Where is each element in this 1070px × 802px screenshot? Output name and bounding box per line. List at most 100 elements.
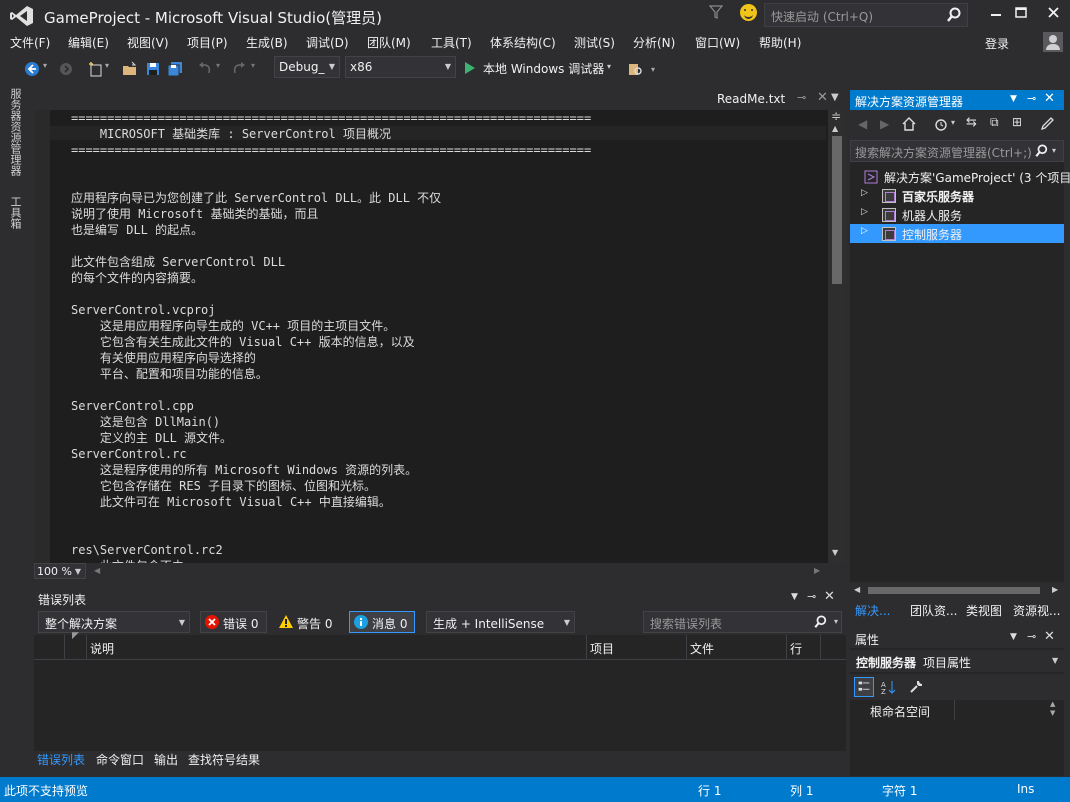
menu-help[interactable]: 帮助(H) — [759, 34, 801, 51]
notification-filter-icon[interactable] — [708, 5, 724, 19]
collapse-all-icon[interactable]: ⧉ — [990, 115, 999, 130]
search-options-icon[interactable]: ▾ — [1052, 146, 1056, 155]
quick-launch-input[interactable]: 快速启动 (Ctrl+Q) — [764, 3, 968, 27]
scroll-thumb[interactable] — [832, 136, 842, 284]
property-row[interactable]: 根命名空间 ▲ ▼ — [850, 700, 1064, 720]
menu-window[interactable]: 窗口(W) — [695, 34, 740, 51]
auto-hide-pin-icon[interactable]: ⊸ — [807, 590, 816, 603]
redo-icon[interactable] — [231, 61, 247, 77]
menu-edit[interactable]: 编辑(E) — [68, 34, 109, 51]
zoom-select[interactable]: 100 % ▼ — [34, 563, 86, 579]
close-panel-icon[interactable]: ✕ — [824, 589, 835, 604]
split-editor-icon[interactable]: ≑ — [831, 110, 841, 123]
find-in-files-icon[interactable] — [627, 61, 643, 77]
errors-filter-button[interactable]: 错误 0 — [200, 611, 267, 633]
undo-dropdown-icon[interactable]: ▾ — [216, 61, 220, 70]
toolbar-options-icon[interactable]: ▾ — [651, 65, 655, 74]
menu-view[interactable]: 视图(V) — [127, 34, 169, 51]
column-line[interactable]: 行 — [790, 640, 802, 657]
pin-icon[interactable]: ⊸ — [797, 91, 806, 104]
column-project[interactable]: 项目 — [590, 640, 614, 657]
scroll-left-icon[interactable]: ◀ — [854, 585, 860, 594]
error-search-input[interactable]: 搜索错误列表 ▾ — [643, 611, 842, 633]
source-filter-select[interactable]: 生成 + IntelliSense ▼ — [426, 611, 575, 633]
search-icon[interactable] — [947, 7, 961, 23]
menu-analyze[interactable]: 分析(N) — [633, 34, 675, 51]
property-pages-wrench-icon[interactable] — [908, 679, 924, 695]
solution-explorer-search-input[interactable]: 搜索解决方案资源管理器(Ctrl+;) ▾ — [850, 140, 1064, 162]
messages-filter-button[interactable]: 消息 0 — [349, 611, 415, 633]
home-icon[interactable] — [902, 117, 916, 131]
save-icon[interactable] — [145, 61, 161, 77]
scope-select[interactable]: 整个解决方案 ▼ — [38, 611, 190, 633]
text-editor[interactable]: ========================================… — [34, 110, 846, 563]
properties-icon[interactable] — [1040, 117, 1054, 131]
tab-team-explorer[interactable]: 团队资... — [910, 602, 957, 619]
auto-hide-pin-icon[interactable]: ⊸ — [1027, 630, 1036, 643]
solution-configuration-select[interactable]: Debug_ ▼ — [274, 56, 340, 78]
tab-output[interactable]: 输出 — [154, 751, 178, 768]
expand-arrow-icon[interactable]: ▷ — [861, 188, 868, 198]
server-explorer-tab[interactable]: 服务器资源管理器 — [7, 88, 23, 176]
search-icon[interactable] — [814, 615, 827, 629]
new-dropdown-icon[interactable]: ▾ — [105, 61, 109, 70]
expand-arrow-icon[interactable]: ▷ — [861, 226, 868, 236]
close-panel-icon[interactable]: ✕ — [1044, 629, 1055, 644]
categorized-icon[interactable] — [854, 677, 874, 697]
navigate-back-icon[interactable] — [24, 61, 40, 77]
sort-icon[interactable]: ◤ — [72, 631, 79, 641]
panel-menu-icon[interactable]: ▼ — [1010, 632, 1017, 642]
navigate-forward-icon[interactable] — [58, 61, 74, 77]
tree-project-2[interactable]: ▷ 控制服务器 — [850, 224, 1064, 243]
new-project-icon[interactable] — [88, 61, 104, 77]
menu-project[interactable]: 项目(P) — [187, 34, 228, 51]
open-file-icon[interactable] — [122, 61, 138, 77]
run-dropdown-icon[interactable]: ▾ — [607, 62, 611, 71]
show-all-files-icon[interactable]: ⊞ — [1012, 115, 1022, 129]
tree-solution-node[interactable]: 解决方案'GameProject' (3 个项目 — [850, 167, 1070, 186]
solution-platform-select[interactable]: x86 ▼ — [345, 56, 456, 78]
redo-dropdown-icon[interactable]: ▾ — [251, 61, 255, 70]
tree-project-0[interactable]: ▷ 百家乐服务器 — [850, 186, 1064, 205]
tab-solution-explorer[interactable]: 解决... — [855, 602, 890, 619]
sync-icon[interactable]: ⇆ — [966, 115, 977, 130]
pending-changes-icon[interactable] — [934, 117, 948, 131]
account-avatar-icon[interactable] — [1043, 32, 1063, 52]
menu-tools[interactable]: 工具(T) — [431, 34, 472, 51]
menu-team[interactable]: 团队(M) — [367, 34, 411, 51]
tab-command-window[interactable]: 命令窗口 — [96, 751, 144, 768]
menu-architecture[interactable]: 体系结构(C) — [490, 34, 556, 51]
toolbox-tab[interactable]: 工具箱 — [7, 196, 23, 229]
close-window-button[interactable] — [1036, 0, 1070, 26]
column-description[interactable]: 说明 — [90, 640, 114, 657]
editor-vertical-scrollbar[interactable]: ≑ ▲ ▼ — [828, 110, 846, 563]
column-file[interactable]: 文件 — [690, 640, 714, 657]
scroll-right-icon[interactable]: ▶ — [1052, 585, 1058, 594]
maximize-button[interactable] — [1004, 0, 1038, 26]
close-panel-icon[interactable]: ✕ — [1044, 91, 1055, 106]
alphabetical-icon[interactable]: AZ — [878, 677, 898, 697]
forward-icon[interactable]: ▶ — [880, 117, 889, 131]
tab-class-view[interactable]: 类视图 — [966, 602, 1002, 619]
tab-readme[interactable]: ReadMe.txt ⊸ ✕ — [712, 88, 846, 110]
tree-project-1[interactable]: ▷ 机器人服务 — [850, 205, 1064, 224]
tab-resource-view[interactable]: 资源视... — [1013, 602, 1060, 619]
scroll-right-icon[interactable]: ▶ — [814, 566, 820, 575]
scroll-up-icon[interactable]: ▲ — [832, 124, 838, 133]
menu-build[interactable]: 生成(B) — [246, 34, 288, 51]
auto-hide-pin-icon[interactable]: ⊸ — [1027, 92, 1036, 105]
expand-arrow-icon[interactable]: ▷ — [861, 207, 868, 217]
menu-debug[interactable]: 调试(D) — [306, 34, 349, 51]
scroll-down-icon[interactable]: ▼ — [832, 548, 838, 557]
tab-find-symbol-results[interactable]: 查找符号结果 — [188, 751, 260, 768]
scroll-up-icon[interactable]: ▲ — [1050, 700, 1055, 708]
undo-icon[interactable] — [197, 61, 213, 77]
menu-file[interactable]: 文件(F) — [10, 34, 50, 51]
panel-menu-icon[interactable]: ▼ — [1010, 94, 1017, 104]
active-files-dropdown-icon[interactable]: ▼ — [831, 92, 839, 103]
scroll-down-icon[interactable]: ▼ — [1050, 709, 1055, 717]
search-options-icon[interactable]: ▾ — [834, 617, 838, 626]
pending-dropdown-icon[interactable]: ▾ — [951, 118, 955, 127]
back-icon[interactable]: ◀ — [858, 117, 867, 131]
property-object-select[interactable]: 控制服务器 项目属性 ▼ — [850, 650, 1064, 672]
